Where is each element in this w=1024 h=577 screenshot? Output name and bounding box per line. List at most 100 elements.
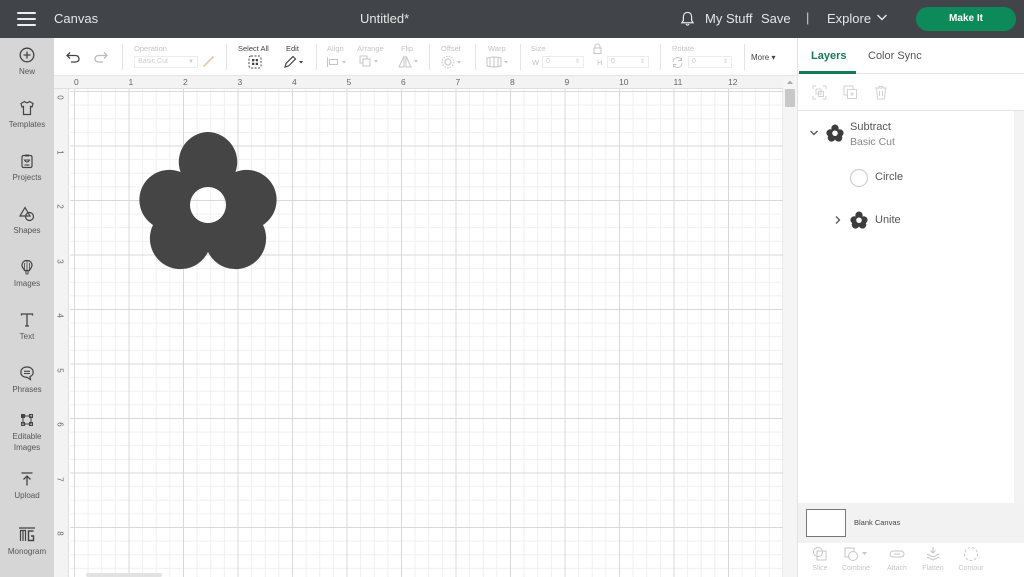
layer-bottom-actions: Slice Combine Attach Flatten Contour: [798, 543, 1024, 577]
sidebar-item-images[interactable]: Images: [0, 259, 54, 289]
rotate-icon[interactable]: [671, 56, 684, 69]
chevron-down-icon[interactable]: [809, 129, 819, 137]
warp-label: Warp: [488, 44, 506, 53]
edit-pencil-icon[interactable]: [283, 55, 305, 69]
pen-color-icon[interactable]: [202, 55, 215, 68]
lock-icon[interactable]: [593, 43, 602, 54]
offset-icon[interactable]: [441, 55, 463, 69]
plus-circle-icon: [19, 47, 35, 63]
toolbar-divider: [744, 44, 745, 70]
vertical-scrollbar[interactable]: [783, 76, 797, 577]
flatten-button[interactable]: Flatten: [913, 543, 953, 572]
sidebar-item-text[interactable]: Text: [0, 312, 54, 342]
sidebar-item-editable-images[interactable]: Editable Images: [0, 412, 54, 453]
operation-select[interactable]: Basic Cut ▼: [134, 56, 198, 68]
select-all-icon[interactable]: [248, 55, 262, 69]
my-stuff-link[interactable]: My Stuff: [705, 11, 752, 26]
sidebar-item-projects[interactable]: Projects: [0, 153, 54, 183]
tshirt-icon: [20, 100, 34, 116]
scroll-up-icon[interactable]: [786, 79, 794, 85]
combine-label: Combine: [841, 565, 870, 572]
slice-icon: [813, 547, 827, 561]
undo-icon[interactable]: [66, 51, 80, 63]
sidebar-label: New: [18, 67, 35, 76]
explore-menu[interactable]: Explore: [827, 11, 871, 26]
upload-icon: [21, 472, 33, 486]
sidebar-label: Upload: [14, 491, 40, 500]
layer-row-circle[interactable]: Circle: [798, 164, 1014, 192]
sidebar-label: Images: [13, 279, 41, 288]
tab-color-sync[interactable]: Color Sync: [868, 50, 922, 62]
design-canvas[interactable]: [70, 89, 783, 577]
edit-label: Edit: [286, 44, 299, 53]
toolbar-divider: [226, 44, 227, 70]
monogram-icon: [19, 527, 35, 542]
save-link[interactable]: Save: [761, 11, 791, 26]
align-icon[interactable]: [326, 56, 348, 68]
ruler-tick-label: 2: [55, 204, 65, 209]
toolbar-divider: [316, 44, 317, 70]
select-all-label: Select All: [238, 44, 269, 53]
ruler-tick-label: 10: [619, 77, 629, 87]
ruler-tick-label: 1: [55, 149, 65, 155]
layer-name: Circle: [875, 171, 904, 183]
ruler-tick-label: 3: [237, 77, 243, 87]
height-input[interactable]: 0 ⇕: [607, 56, 649, 68]
horizontal-ruler: 0 1 2 3 4 5 6 7 8 9 10 11 12: [54, 76, 783, 89]
layer-row-unite[interactable]: Unite: [798, 207, 1014, 235]
sidebar-item-monogram[interactable]: Monogram: [0, 526, 54, 557]
height-label: H: [597, 58, 603, 67]
horizontal-scrollbar-thumb[interactable]: [86, 573, 162, 577]
ruler-tick-label: 12: [728, 77, 738, 87]
sidebar-item-shapes[interactable]: Shapes: [0, 206, 54, 236]
bell-icon[interactable]: [680, 11, 695, 27]
group-icon[interactable]: [812, 85, 827, 100]
sidebar-item-new[interactable]: New: [0, 47, 54, 77]
make-it-button[interactable]: Make It: [916, 7, 1016, 31]
tab-layers[interactable]: Layers: [811, 50, 846, 62]
size-label: Size: [531, 44, 546, 53]
ruler-tick-label: 5: [346, 77, 352, 87]
blank-canvas-swatch[interactable]: [806, 509, 846, 537]
arrange-icon[interactable]: [359, 55, 381, 68]
sidebar-item-upload[interactable]: Upload: [0, 471, 54, 501]
warp-icon[interactable]: [486, 56, 510, 68]
trash-icon[interactable]: [874, 85, 888, 100]
attach-button[interactable]: Attach: [877, 543, 917, 572]
duplicate-icon[interactable]: [843, 85, 858, 100]
sidebar-label: Shapes: [13, 226, 41, 235]
width-input[interactable]: 0 ⇕: [542, 56, 584, 68]
layer-actions: [798, 74, 1024, 111]
arrange-label: Arrange: [357, 44, 384, 53]
hamburger-menu-icon[interactable]: [17, 12, 36, 26]
operation-value: Basic Cut: [138, 58, 168, 65]
chevron-down-icon[interactable]: [876, 12, 888, 22]
flip-icon[interactable]: [398, 55, 420, 68]
more-menu[interactable]: More ▾: [751, 53, 775, 62]
ruler-tick-label: 7: [55, 476, 65, 482]
document-title[interactable]: Untitled*: [360, 11, 409, 26]
sidebar-item-phrases[interactable]: Phrases: [0, 365, 54, 395]
layer-row-subtract[interactable]: Subtract Basic Cut: [798, 117, 1014, 151]
operation-label: Operation: [134, 44, 167, 53]
ruler-tick-label: 7: [455, 77, 461, 87]
attach-label: Attach: [887, 565, 907, 572]
flower-shape[interactable]: [136, 130, 280, 270]
chevron-right-icon[interactable]: [834, 215, 842, 225]
sidebar-item-templates[interactable]: Templates: [0, 100, 54, 130]
toolbar-divider: [475, 44, 476, 70]
sidebar-label: Editable Images: [12, 432, 42, 452]
combine-button[interactable]: Combine: [836, 543, 876, 572]
attach-icon: [889, 550, 905, 558]
sidebar-label: Templates: [8, 120, 46, 129]
rotate-input[interactable]: 0 ⇕: [688, 56, 732, 68]
contour-icon: [964, 547, 978, 561]
redo-icon[interactable]: [94, 51, 108, 63]
layers-scrollbar[interactable]: [1014, 111, 1024, 503]
flower-icon: [850, 211, 868, 229]
contour-button[interactable]: Contour: [951, 543, 991, 572]
slice-button[interactable]: Slice: [800, 543, 840, 572]
blank-canvas-row: Blank Canvas: [798, 503, 1024, 543]
toolbar-divider: [520, 44, 521, 70]
scrollbar-thumb[interactable]: [785, 89, 795, 107]
